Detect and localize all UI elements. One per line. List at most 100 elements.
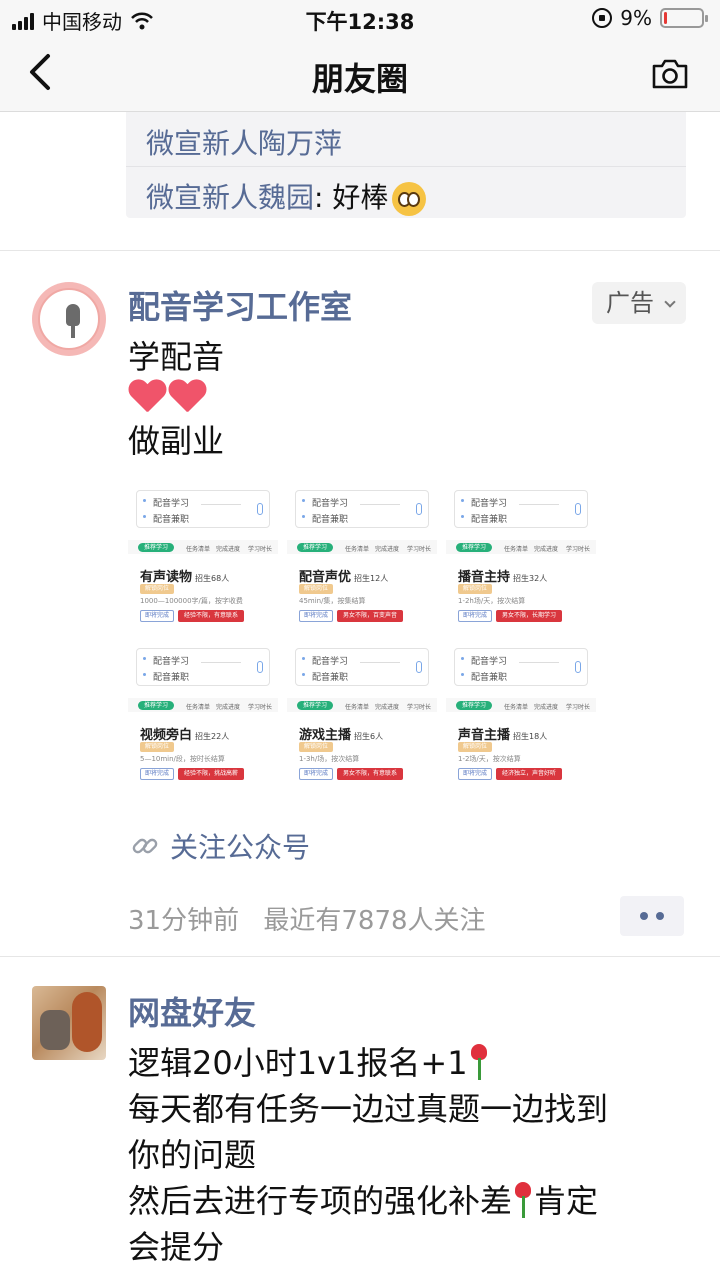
follow-link[interactable]: 关注公众号 <box>130 826 310 866</box>
follow-info: 最近有7878人关注 <box>263 906 486 936</box>
friend-line: 每天都有任务一边过真题一边找到 <box>128 1090 609 1128</box>
friend-avatar[interactable] <box>32 986 106 1060</box>
card-title-row: 声音主播 招生18人 <box>458 724 547 743</box>
card-tab: 推荐学习 <box>297 543 333 552</box>
card-recruit: 招生18人 <box>513 732 548 741</box>
card-tab: 任务清单 <box>186 704 211 711</box>
card-header: 配音学习 配音兼职 <box>454 648 588 686</box>
card-tab: 完成进度 <box>375 546 400 553</box>
card-header: 配音学习 配音兼职 <box>136 648 270 686</box>
chevron-down-icon <box>664 296 676 308</box>
card-top-label: 配音学习 <box>153 499 190 509</box>
card-tab: 学习时长 <box>566 546 591 553</box>
pleading-face-emoji-icon <box>392 182 427 216</box>
card-title-row: 视频旁白 招生22人 <box>140 724 229 743</box>
mic-icon <box>416 503 422 515</box>
card-tabs: 推荐学习 任务清单 完成进度 学习时长 <box>446 540 596 554</box>
status-right: 9% <box>592 6 708 30</box>
card-badge: 解锁岗位 <box>140 742 174 752</box>
camera-icon[interactable] <box>650 54 690 94</box>
mic-icon <box>416 661 422 673</box>
card-tab: 任务清单 <box>504 546 529 553</box>
card-recruit: 招生32人 <box>513 574 548 583</box>
battery-level <box>664 12 667 24</box>
card-tab: 完成进度 <box>534 546 559 553</box>
card-title: 有声读物 <box>140 570 193 585</box>
card-tabs: 推荐学习 任务清单 完成进度 学习时长 <box>128 698 278 712</box>
rotation-lock-icon <box>592 8 613 28</box>
ad-line: 做副业 <box>128 422 225 460</box>
post-divider <box>0 956 720 957</box>
card-status-button: 即将完成 <box>299 768 333 780</box>
comments-box: 微宣新人陶万萍 微宣新人魏园: 好棒 <box>126 96 686 218</box>
comment-row[interactable]: 微宣新人魏园: 好棒 <box>146 176 427 216</box>
comment-user[interactable]: 微宣新人陶万萍 <box>146 127 342 160</box>
ad-card[interactable]: 配音学习 配音兼职 推荐学习 任务清单 完成进度 学习时长 有声读物 招生68人 解锁岗位 100… <box>128 486 278 626</box>
card-top-label: 配音兼职 <box>471 515 508 525</box>
friend-post-text: 逻辑20小时1v1报名+1 每天都有任务一边过真题一边找到 你的问题 然后去进行… <box>128 1040 608 1270</box>
card-badge: 解锁岗位 <box>299 742 333 752</box>
card-badge: 解锁岗位 <box>299 584 333 594</box>
card-header: 配音学习 配音兼职 <box>454 490 588 528</box>
card-top-label: 配音兼职 <box>312 515 349 525</box>
comment-user[interactable]: 微宣新人魏园 <box>146 181 314 214</box>
page-title: 朋友圈 <box>311 60 408 98</box>
ad-card[interactable]: 配音学习 配音兼职 推荐学习 任务清单 完成进度 学习时长 播音主持 招生32人 解锁岗位 1-2… <box>446 486 596 626</box>
ad-avatar[interactable] <box>32 282 106 356</box>
card-top-label: 配音学习 <box>153 657 190 667</box>
post-divider <box>0 250 720 251</box>
ad-card[interactable]: 配音学习 配音兼职推荐学习 任务清单 完成进度 学习时长视频旁白 招生22人 解锁岗位 5—1… <box>128 644 278 784</box>
card-top-label: 配音学习 <box>312 657 349 667</box>
card-tag-button: 经验不限，有意联系 <box>178 610 244 622</box>
card-tab: 学习时长 <box>407 546 432 553</box>
card-tab: 任务清单 <box>504 704 529 711</box>
mic-icon <box>575 661 581 673</box>
comment-row[interactable]: 微宣新人陶万萍 <box>146 122 342 162</box>
battery-percent: 9% <box>620 6 652 30</box>
friend-line: 逻辑20小时1v1报名+1 <box>128 1044 468 1082</box>
friend-line: 然后去进行专项的强化补差 <box>128 1182 513 1220</box>
ad-card[interactable]: 配音学习 配音兼职 推荐学习 任务清单 完成进度 学习时长 声音主播 招生18人 解锁岗位 1-2… <box>446 644 596 784</box>
card-desc: 5—10min/段，按时长结算 <box>140 755 225 763</box>
card-tab: 推荐学习 <box>456 543 492 552</box>
card-badge: 解锁岗位 <box>140 584 174 594</box>
heart-icon <box>168 380 206 418</box>
card-tab: 学习时长 <box>248 704 273 711</box>
mic-icon <box>575 503 581 515</box>
card-title-row: 播音主持 招生32人 <box>458 566 547 585</box>
card-desc: 1-2场/天，按次结算 <box>458 755 521 763</box>
ad-post-text: 学配音 做副业 <box>128 336 224 462</box>
ad-card[interactable]: 配音学习 配音兼职 推荐学习 任务清单 完成进度 学习时长 游戏主播 招生6人 解锁岗位 1-3h… <box>287 644 437 784</box>
ad-label-button[interactable]: 广告 <box>592 282 686 324</box>
card-title: 声音主播 <box>458 728 511 743</box>
microphone-icon <box>38 288 100 350</box>
ad-line: 学配音 <box>128 338 225 376</box>
friend-author-name[interactable]: 网盘好友 <box>128 988 256 1034</box>
card-tab: 推荐学习 <box>138 543 174 552</box>
card-tab: 学习时长 <box>248 546 273 553</box>
card-tabs: 推荐学习 任务清单 完成进度 学习时长 <box>287 540 437 554</box>
card-header: 配音学习 配音兼职 <box>295 490 429 528</box>
card-title: 配音声优 <box>299 570 352 585</box>
card-recruit: 招生22人 <box>195 732 230 741</box>
card-recruit: 招生68人 <box>195 574 230 583</box>
friend-line: 肯定 <box>534 1182 599 1220</box>
rose-icon <box>468 1044 490 1080</box>
card-tab: 学习时长 <box>566 704 591 711</box>
ad-card[interactable]: 配音学习 配音兼职 推荐学习 任务清单 完成进度 学习时长 配音声优 招生12人 解锁岗位 45m… <box>287 486 437 626</box>
card-title-row: 配音声优 招生12人 <box>299 566 388 585</box>
card-desc: 1-2h场/天，按次结算 <box>458 597 526 605</box>
card-tab: 完成进度 <box>216 704 241 711</box>
follow-link-text[interactable]: 关注公众号 <box>170 826 310 866</box>
more-actions-button[interactable] <box>620 896 684 936</box>
card-status-button: 即将完成 <box>140 610 174 622</box>
card-tag-button: 男女不限，有意联系 <box>337 768 403 780</box>
ad-author-name[interactable]: 配音学习工作室 <box>128 282 352 328</box>
mic-icon <box>257 661 263 673</box>
card-status-button: 即将完成 <box>458 768 492 780</box>
card-desc: 1000—100000字/篇，按字收费 <box>140 597 243 605</box>
hearts-emoji <box>128 378 224 420</box>
card-header: 配音学习 配音兼职 <box>136 490 270 528</box>
card-status-button: 即将完成 <box>299 610 333 622</box>
card-tag-button: 男女不限，长期学习 <box>496 610 562 622</box>
